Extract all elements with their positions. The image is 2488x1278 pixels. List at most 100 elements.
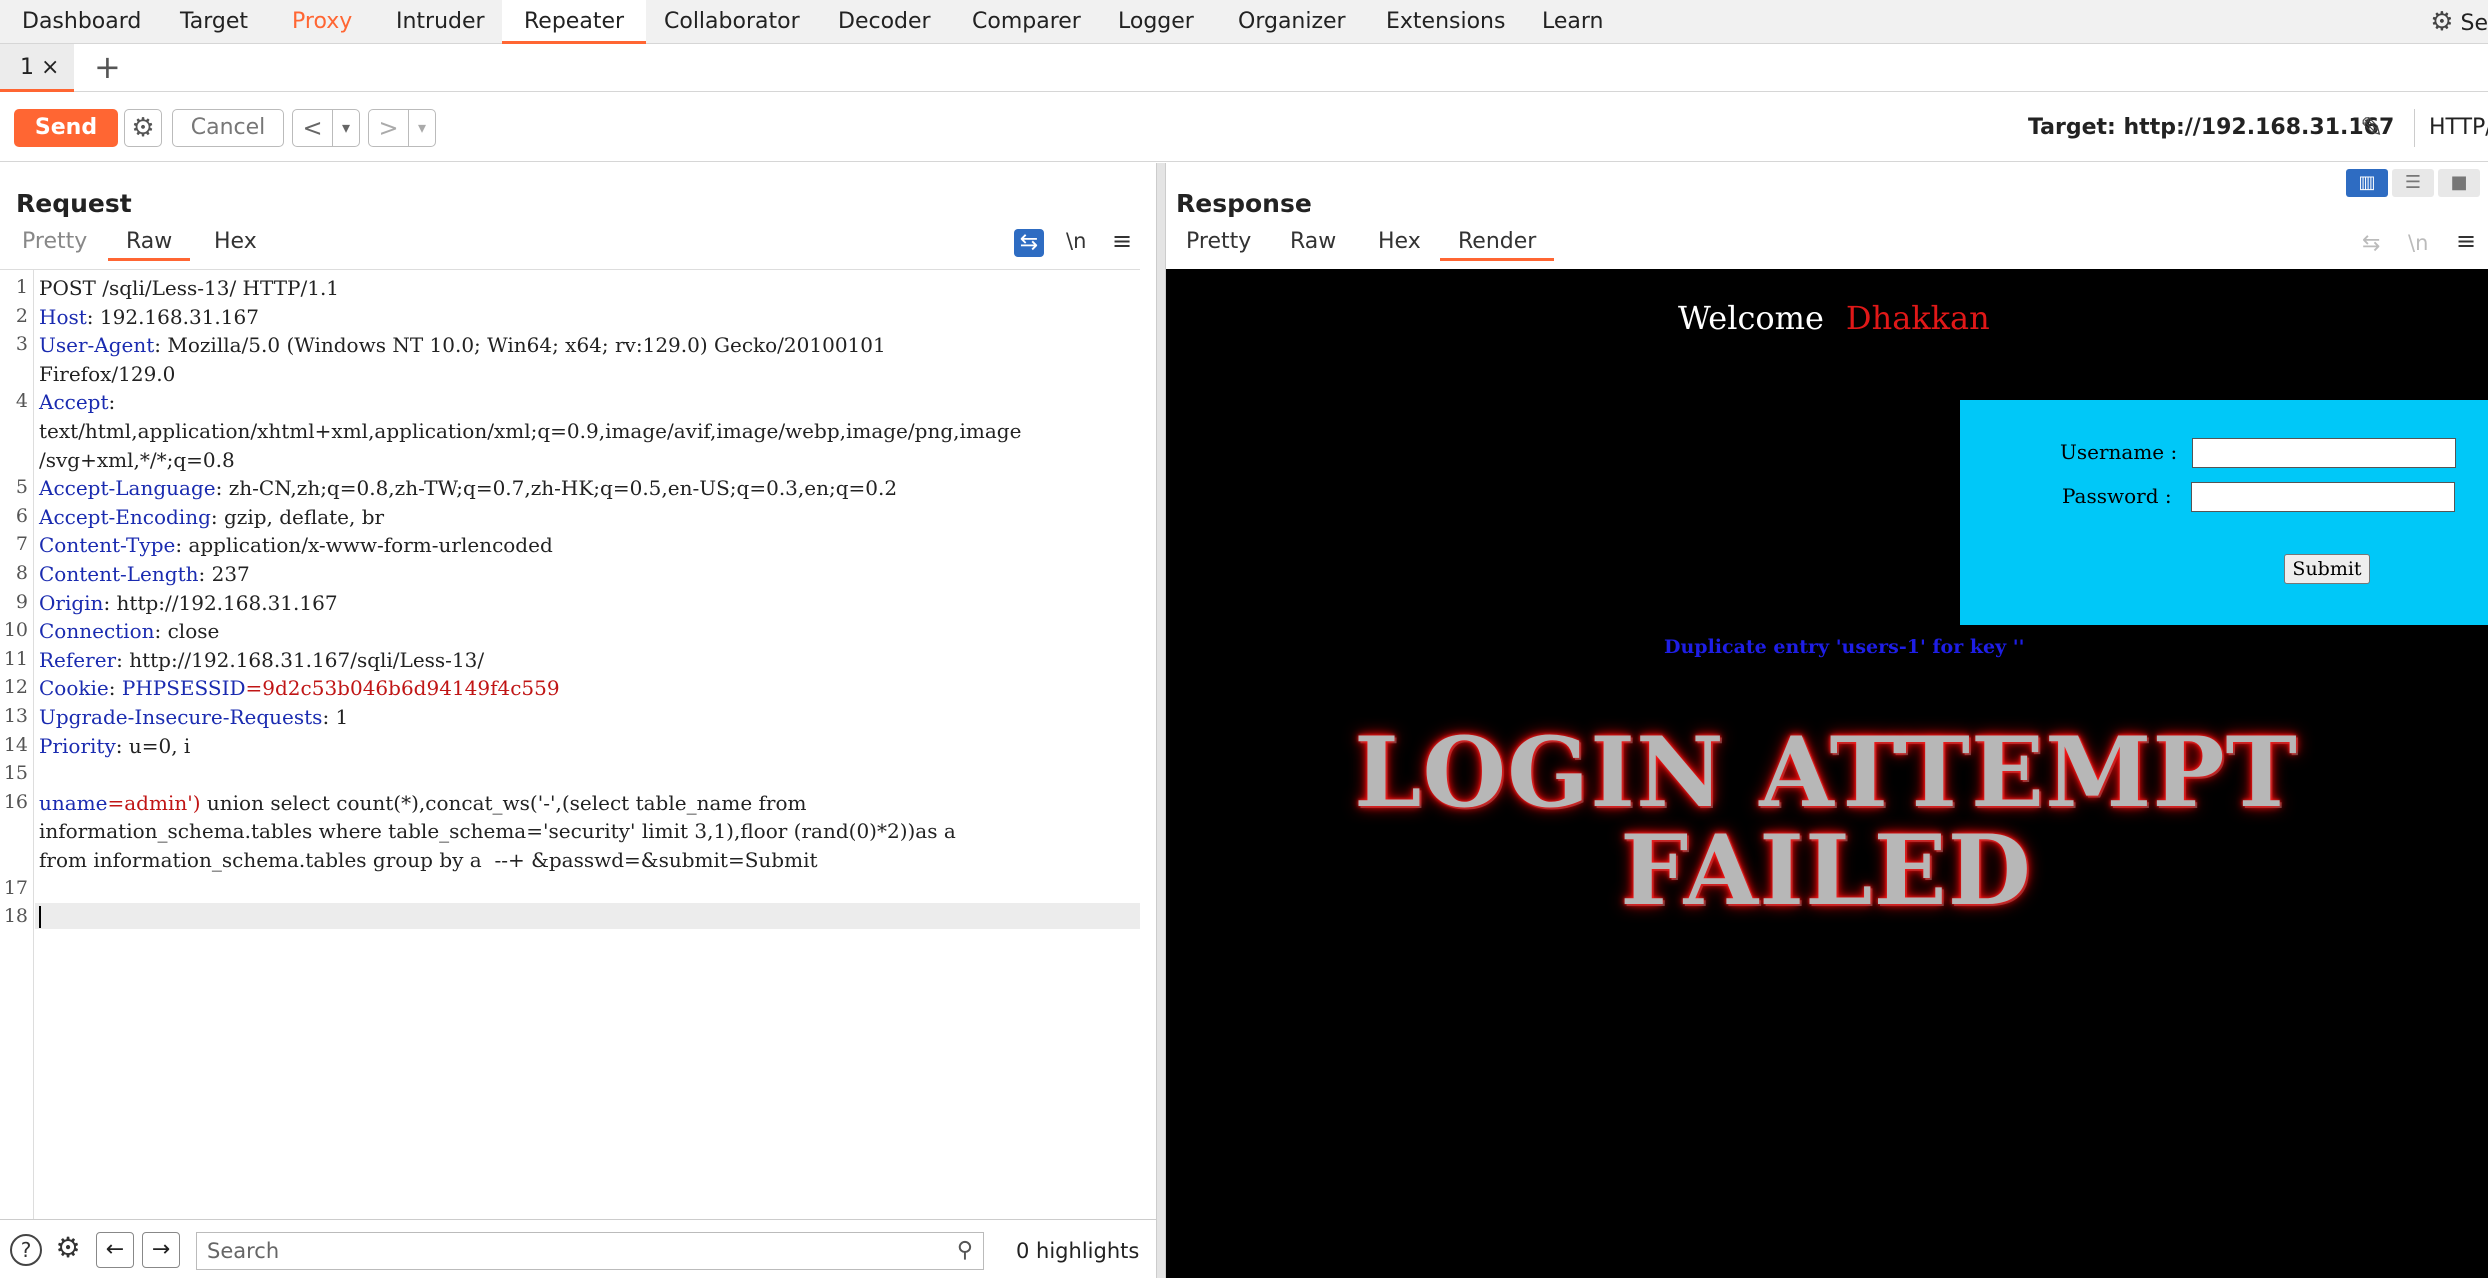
cancel-button[interactable]: Cancel [172, 109, 284, 147]
cookie-name: PHPSESSID [121, 676, 246, 701]
pane-divider[interactable] [1156, 163, 1166, 1278]
stacked-view-icon[interactable]: ☰ [2392, 169, 2434, 197]
request-editor[interactable]: 1 2 3 4 5 6 7 8 9 10 11 12 13 14 15 16 17 18 POST /sqli/L… [0, 269, 1140, 1220]
forward-button[interactable]: > ▾ [368, 109, 436, 147]
response-tab-render[interactable]: Render [1440, 229, 1555, 261]
help-icon[interactable]: ? [10, 1234, 42, 1266]
line-text: : zh-CN,zh;q=0.8,zh-TW;q=0.7,zh-HK;q=0.5… [215, 476, 898, 501]
login-failed-line2: FAILED [1620, 814, 2032, 927]
nav-tab-extensions[interactable]: Extensions [1386, 0, 1505, 44]
header-name: Accept-Encoding [39, 504, 211, 529]
line-number: 13 [3, 705, 28, 727]
nav-tab-organizer[interactable]: Organizer [1238, 0, 1346, 44]
request-line: Upgrade-Insecure-Requests: 1 [39, 705, 348, 729]
menu-icon[interactable]: ≡ [1112, 227, 1132, 255]
submit-button[interactable]: Submit [2284, 554, 2370, 584]
send-button[interactable]: Send [14, 109, 118, 147]
username-field[interactable] [2192, 438, 2456, 468]
line-number: 14 [3, 733, 28, 756]
nav-tab-dashboard[interactable]: Dashboard [22, 0, 141, 44]
line-text: : Mozilla/5.0 (Windows NT 10.0; Win64; x… [154, 333, 886, 358]
line-number: 16 [3, 790, 28, 813]
newline-toggle[interactable]: \n [1066, 229, 1086, 253]
search-input[interactable]: Search ⚲ [196, 1232, 984, 1270]
back-dropdown-icon[interactable]: ▾ [333, 110, 359, 146]
line-text: : 192.168.31.167 [86, 304, 259, 329]
nav-tab-logger[interactable]: Logger [1118, 0, 1194, 44]
nav-tab-learn[interactable]: Learn [1542, 0, 1604, 44]
line-text: : application/x-www-form-urlencoded [175, 533, 553, 558]
back-arrow-icon[interactable]: < [293, 110, 333, 146]
single-view-icon[interactable]: ■ [2438, 169, 2480, 197]
header-name: Accept-Language [39, 476, 216, 501]
edit-pencil-icon[interactable]: ✎ [2360, 109, 2383, 147]
line-text: : 1 [322, 705, 349, 729]
request-tab-raw[interactable]: Raw [108, 229, 191, 261]
search-bar: ? ⚙ ← → Search ⚲ 0 highlights [0, 1219, 1156, 1278]
nav-tab-intruder[interactable]: Intruder [396, 0, 485, 44]
nav-tab-comparer[interactable]: Comparer [972, 0, 1081, 44]
request-line: Referer: http://192.168.31.167/sqli/Less… [39, 648, 484, 672]
login-failed-line1: LOGIN ATTEMPT [1354, 716, 2298, 829]
http-version-label[interactable]: HTTP/ [2414, 109, 2488, 147]
welcome-text: Welcome [1678, 299, 1824, 337]
header-name: Accept [39, 390, 109, 415]
settings-label: Se [2460, 11, 2488, 36]
header-name: Host [39, 304, 87, 329]
password-field[interactable] [2191, 482, 2455, 512]
response-tab-hex[interactable]: Hex [1378, 229, 1421, 254]
nav-tab-target[interactable]: Target [180, 0, 248, 44]
response-tab-raw[interactable]: Raw [1290, 229, 1336, 254]
request-line: Firefox/129.0 [39, 362, 175, 386]
welcome-heading: Welcome Dhakkan [1678, 299, 1990, 337]
wrap-lines-icon[interactable]: ⇆ [1014, 229, 1044, 257]
line-number: 8 [15, 562, 28, 584]
request-tab-hex[interactable]: Hex [214, 229, 257, 254]
menu-icon[interactable]: ≡ [2456, 227, 2476, 255]
gear-icon[interactable]: ⚙ [52, 1234, 84, 1266]
forward-arrow-icon[interactable]: > [369, 110, 409, 146]
header-name: Cookie [39, 676, 109, 701]
response-tab-pretty[interactable]: Pretty [1186, 229, 1251, 254]
line-text: /svg+xml,*/*;q=0.8 [39, 447, 235, 472]
gear-icon[interactable]: ⚙ [124, 109, 162, 147]
param-value: =admin') [107, 790, 201, 815]
previous-match-button[interactable]: ← [96, 1232, 134, 1268]
request-line: Connection: close [39, 619, 219, 643]
settings-button[interactable]: ⚙ Se [2430, 0, 2488, 44]
line-number: 4 [15, 390, 28, 413]
request-line: Host: 192.168.31.167 [39, 305, 259, 329]
request-line: uname=admin') union select count(*),conc… [39, 791, 807, 815]
response-view-tabs: Pretty Raw Hex Render [1166, 229, 2488, 263]
line-text: : http://192.168.31.167/sqli/Less-13/ [116, 647, 485, 672]
nav-tab-proxy[interactable]: Proxy [292, 0, 352, 44]
line-text: : u=0, i [115, 733, 191, 758]
nav-tab-decoder[interactable]: Decoder [838, 0, 931, 44]
nav-tab-collaborator[interactable]: Collaborator [664, 0, 800, 44]
wrap-lines-icon[interactable]: ⇆ [2362, 231, 2380, 256]
username-label: Username : [2060, 440, 2178, 464]
line-number: 7 [15, 533, 28, 556]
param-value: =9d2c53b046b6d94149f4c559 [245, 676, 560, 701]
split-view-icon[interactable]: ▥ [2346, 169, 2388, 197]
line-text: Firefox/129.0 [39, 361, 176, 386]
nav-tab-repeater[interactable]: Repeater [502, 0, 647, 44]
request-pane: Request Pretty Raw Hex ⇆ \n ≡ 1234567891… [0, 163, 1156, 1278]
request-line: Accept-Encoding: gzip, deflate, br [39, 505, 384, 529]
request-tab-pretty[interactable]: Pretty [22, 229, 87, 254]
gear-icon: ⚙ [2430, 7, 2454, 37]
next-match-button[interactable]: → [142, 1232, 180, 1268]
add-tab-button[interactable]: + [94, 44, 121, 90]
header-name: Priority [39, 733, 116, 758]
line-text: : gzip, deflate, br [210, 504, 385, 529]
password-label: Password : [2062, 484, 2172, 508]
newline-toggle[interactable]: \n [2408, 231, 2428, 255]
repeater-tab-1[interactable]: 1 × [0, 44, 74, 92]
back-button[interactable]: < ▾ [292, 109, 360, 147]
sql-error-message: Duplicate entry 'users-1' for key '' [1664, 636, 2025, 658]
request-line: /svg+xml,*/*;q=0.8 [39, 448, 235, 472]
line-number: 17 [3, 876, 28, 899]
header-name: Referer [39, 647, 117, 672]
line-number: 9 [15, 590, 28, 613]
forward-dropdown-icon[interactable]: ▾ [409, 110, 435, 146]
